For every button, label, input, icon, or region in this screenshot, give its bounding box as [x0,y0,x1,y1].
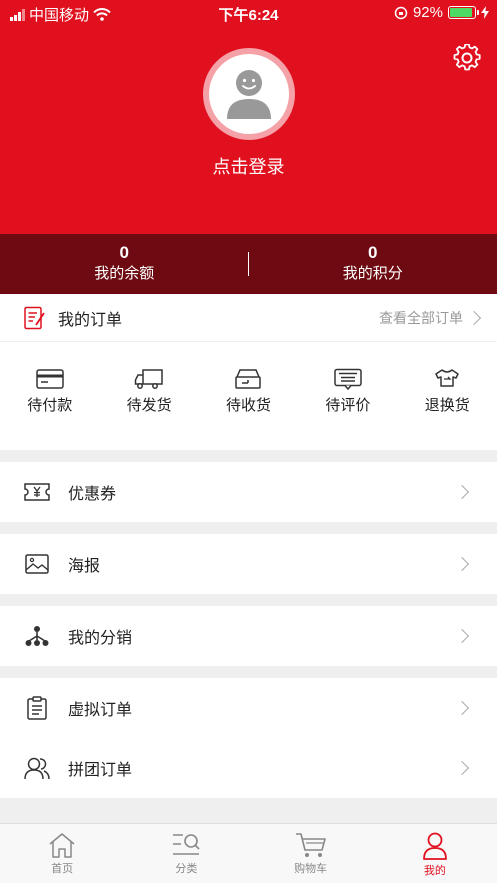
rotation-lock-icon [394,6,408,19]
package-icon [235,369,262,389]
order-status-label: 待发货 [126,397,172,414]
group-user-icon [24,757,50,780]
orders-title: 我的订单 [58,311,123,329]
order-status-label: 退换货 [424,397,470,414]
menu-item-distribution[interactable]: 我的分销 [0,606,497,666]
order-status-unpaid[interactable]: 待付款 [0,368,99,415]
points-value: 0 [368,243,378,262]
tab-cart[interactable]: 购物车 [249,824,373,883]
gear-icon[interactable] [453,44,481,72]
orders-header[interactable]: 我的订单 查看全部订单 [0,294,497,342]
menu-item-label: 拼团订单 [68,762,133,779]
tab-mine[interactable]: 我的 [373,824,497,883]
menu-item-label: 海报 [68,558,101,575]
chevron-right-icon [454,760,470,776]
points-stat[interactable]: 0 我的积分 [249,234,497,294]
battery-percent: 92% [412,4,443,21]
order-status-label: 待评价 [325,397,371,414]
order-status-label: 待付款 [27,397,73,414]
image-icon [25,554,49,574]
menu-item-label: 优惠券 [68,486,117,503]
stats-divider [248,252,249,276]
balance-label: 我的余额 [94,265,155,282]
chevron-right-icon [454,484,470,500]
order-status-to-review[interactable]: 待评价 [298,368,397,415]
user-icon [422,832,447,860]
balance-stat[interactable]: 0 我的余额 [0,234,249,294]
home-icon [49,833,75,858]
return-shirt-icon [435,369,459,387]
menu-item-label: 我的分销 [68,630,133,647]
comment-icon [334,368,362,390]
chevron-right-icon [454,700,470,716]
clipboard-icon [27,696,47,720]
tab-label: 我的 [423,865,446,877]
cart-icon [295,833,326,857]
status-bar: 中国移动 下午6:24 92% [0,0,497,26]
order-status-return[interactable]: 退换货 [398,368,497,415]
order-status-to-ship[interactable]: 待发货 [99,368,198,415]
tab-bar: 首页 分类 购物车 我的 [0,823,497,883]
tab-home[interactable]: 首页 [0,824,124,883]
truck-icon [134,369,163,389]
order-status-to-receive[interactable]: 待收货 [199,368,298,415]
default-avatar-icon [227,70,271,119]
tab-label: 购物车 [294,863,328,875]
wallet-card-icon [35,369,64,389]
coupon-icon [24,483,50,501]
battery-icon [448,6,479,19]
chevron-right-icon [466,310,482,325]
account-stats: 0 我的余额 0 我的积分 [0,234,497,294]
chevron-right-icon [454,556,470,572]
menu-item-label: 虚拟订单 [68,702,133,719]
order-status-label: 待收货 [225,397,271,414]
orders-card: 我的订单 查看全部订单 待付款 待发货 待收货 待评价 退换货 [0,294,497,450]
menu-item-virtual-orders[interactable]: 虚拟订单 [0,678,497,738]
profile-header: 点击登录 [0,26,497,234]
charging-icon [481,6,489,19]
order-document-icon [24,306,45,329]
tab-label: 首页 [51,863,74,875]
menu-item-group-orders[interactable]: 拼团订单 [0,738,497,798]
points-label: 我的积分 [342,265,403,282]
tab-label: 分类 [175,863,198,875]
menu-item-coupons[interactable]: 优惠券 [0,462,497,522]
tab-category[interactable]: 分类 [124,824,248,883]
menu-item-poster[interactable]: 海报 [0,534,497,594]
login-link[interactable]: 点击登录 [0,153,497,179]
avatar[interactable] [203,48,295,140]
distribution-icon [25,626,49,646]
view-all-orders-link[interactable]: 查看全部订单 [379,308,463,328]
category-search-icon [173,834,200,855]
balance-value: 0 [119,243,129,262]
chevron-right-icon [454,628,470,644]
